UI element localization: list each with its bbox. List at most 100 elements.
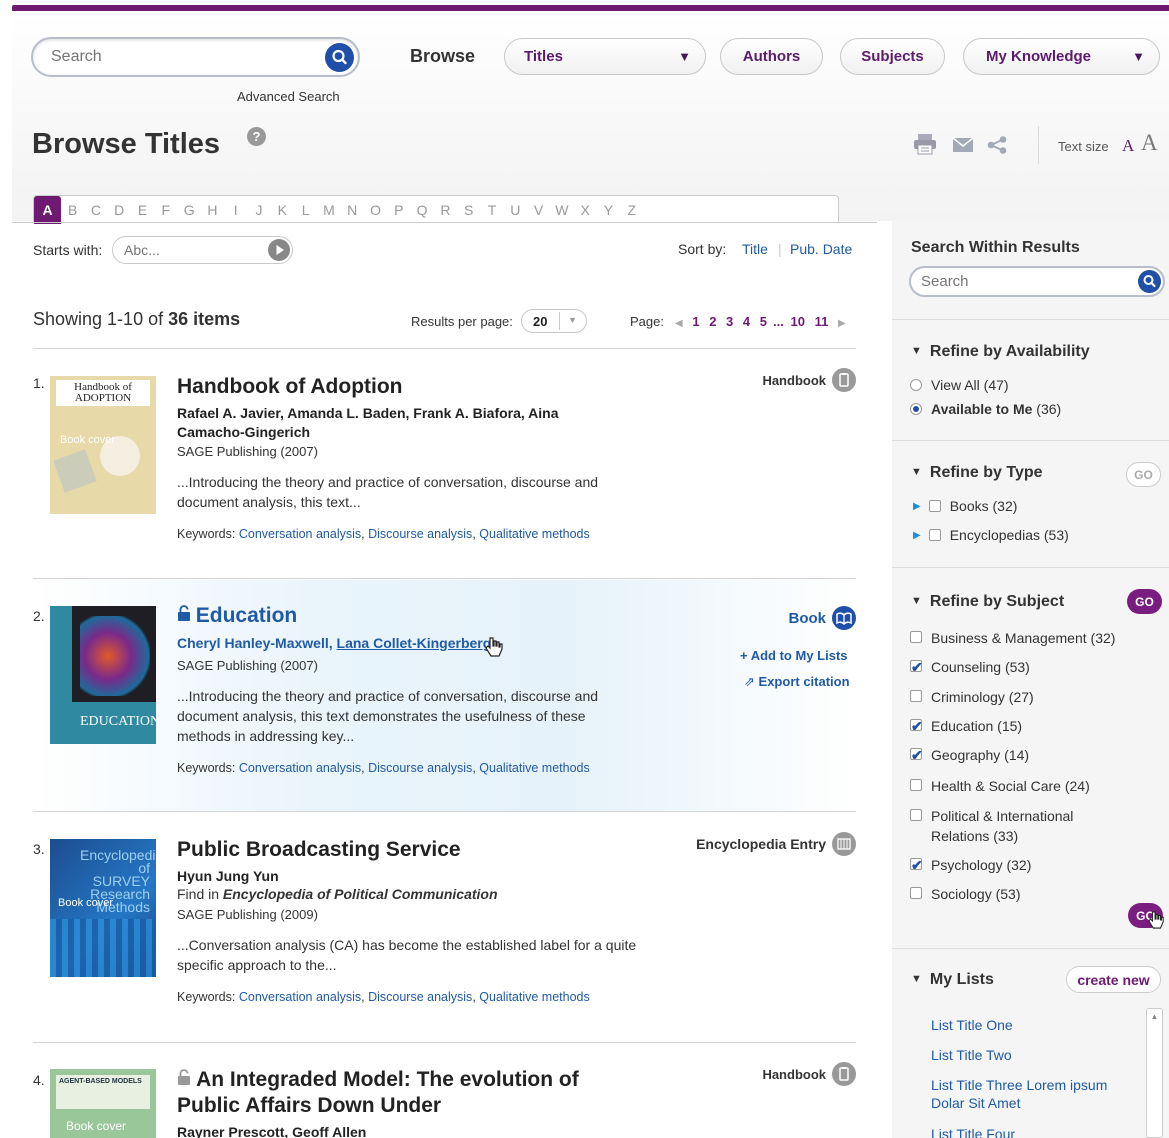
page-link[interactable]: 3 — [726, 314, 733, 329]
expand-icon[interactable]: ▶ — [913, 501, 921, 512]
prev-page-icon[interactable]: ◀ — [675, 318, 683, 329]
subject-option[interactable]: Sociology (53) — [910, 884, 1021, 904]
alphabet-letter-d[interactable]: D — [108, 202, 131, 218]
keyword-link[interactable]: Discourse analysis — [368, 527, 472, 541]
checkbox[interactable] — [928, 529, 941, 541]
author-link[interactable]: Lana Collet-Kingerberg — [337, 635, 492, 651]
add-to-my-lists-link[interactable]: + Add to My Lists — [740, 648, 848, 663]
create-new-list-button[interactable]: create new — [1066, 966, 1161, 993]
text-size-large-button[interactable]: A — [1141, 130, 1158, 156]
availability-available-to-me[interactable]: Available to Me (36) — [910, 401, 1061, 417]
alphabet-letter-c[interactable]: C — [84, 202, 107, 218]
nav-subjects[interactable]: Subjects — [840, 38, 945, 75]
checkbox[interactable] — [910, 745, 923, 765]
page-link[interactable]: 1 — [692, 314, 699, 329]
next-page-icon[interactable]: ▶ — [838, 318, 846, 329]
list-item[interactable]: List Title Two — [931, 1046, 1131, 1064]
radio-button[interactable] — [910, 379, 922, 391]
page-link[interactable]: 11 — [815, 314, 829, 329]
result-title-link[interactable]: Handbook of Adoption — [177, 375, 403, 399]
subject-option[interactable]: Psychology (32) — [910, 855, 1031, 875]
share-icon[interactable] — [987, 136, 1007, 157]
find-in-title-link[interactable]: Encyclopedia of Political Communication — [223, 886, 498, 902]
subject-option[interactable]: Geography (14) — [910, 745, 1029, 765]
checkbox[interactable] — [910, 855, 923, 875]
email-icon[interactable] — [952, 137, 974, 155]
alphabet-letter-x[interactable]: X — [574, 202, 597, 218]
text-size-small-button[interactable]: A — [1122, 136, 1134, 156]
keyword-link[interactable]: Qualitative methods — [479, 990, 589, 1004]
alphabet-letter-g[interactable]: G — [177, 202, 200, 218]
nav-titles-dropdown[interactable]: Titles ▼ — [504, 38, 706, 75]
expand-icon[interactable]: ▶ — [913, 530, 921, 541]
alphabet-letter-s[interactable]: S — [457, 202, 480, 218]
sort-pub-date-link[interactable]: Pub. Date — [790, 241, 852, 257]
results-per-page-select[interactable]: 20 ▼ — [521, 309, 587, 333]
nav-my-knowledge-dropdown[interactable]: My Knowledge ▼ — [963, 38, 1160, 75]
alphabet-letter-k[interactable]: K — [271, 202, 294, 218]
book-cover-survey-methods[interactable]: Encyclopedia of SURVEY Research Methods … — [50, 839, 156, 977]
list-item[interactable]: List Title One — [931, 1016, 1131, 1034]
book-cover-agent-based-models[interactable]: AGENT-BASED MODELS Book cover — [50, 1069, 156, 1138]
type-option-books[interactable]: ▶ Books (32) — [913, 498, 1017, 514]
alphabet-letter-j[interactable]: J — [247, 202, 270, 218]
alphabet-letter-z[interactable]: Z — [620, 202, 643, 218]
type-option-encyclopedias[interactable]: ▶ Encyclopedias (53) — [913, 527, 1069, 543]
subject-option[interactable]: Criminology (27) — [910, 687, 1034, 707]
my-lists-scrollbar[interactable]: ▲ — [1146, 1008, 1163, 1138]
nav-authors[interactable]: Authors — [720, 38, 823, 75]
print-icon[interactable] — [913, 133, 937, 158]
refine-type-heading[interactable]: ▼ Refine by Type — [911, 464, 1043, 482]
search-input[interactable] — [51, 48, 311, 66]
alphabet-letter-o[interactable]: O — [364, 202, 387, 218]
refine-subject-go-button[interactable]: GO — [1127, 589, 1162, 614]
keyword-link[interactable]: Conversation analysis — [239, 761, 361, 775]
checkbox[interactable] — [910, 716, 923, 736]
alphabet-letter-q[interactable]: Q — [410, 202, 433, 218]
scroll-up-icon[interactable]: ▲ — [1147, 1009, 1162, 1024]
alphabet-letter-r[interactable]: R — [434, 202, 457, 218]
starts-with-go-button[interactable] — [268, 239, 290, 261]
list-item[interactable]: List Title Three Lorem ipsum Dolar Sit A… — [931, 1076, 1131, 1112]
page-link[interactable]: 10 — [790, 314, 804, 329]
result-title-link[interactable]: An Integraded Model: The evolution of Pu… — [177, 1067, 647, 1119]
keyword-link[interactable]: Discourse analysis — [368, 990, 472, 1004]
subject-option[interactable]: Health & Social Care (24) — [910, 776, 1090, 796]
alphabet-letter-m[interactable]: M — [317, 202, 340, 218]
alphabet-letter-n[interactable]: N — [341, 202, 364, 218]
alphabet-letter-b[interactable]: B — [61, 202, 84, 218]
subject-option[interactable]: Business & Management (32) — [910, 628, 1115, 648]
subject-option[interactable]: Counseling (53) — [910, 657, 1030, 677]
my-lists-heading[interactable]: ▼ My Lists — [911, 971, 994, 989]
author-link[interactable]: Cheryl Hanley-Maxwell, — [177, 635, 333, 651]
alphabet-letter-y[interactable]: Y — [597, 202, 620, 218]
alphabet-letter-h[interactable]: H — [201, 202, 224, 218]
search-within-input[interactable] — [921, 273, 1121, 290]
checkbox[interactable] — [910, 631, 922, 643]
search-within-button[interactable] — [1138, 270, 1161, 293]
help-icon[interactable]: ? — [247, 127, 266, 146]
keyword-link[interactable]: Qualitative methods — [479, 527, 589, 541]
keyword-link[interactable]: Qualitative methods — [479, 761, 589, 775]
alphabet-letter-e[interactable]: E — [131, 202, 154, 218]
subject-option[interactable]: Education (15) — [910, 716, 1022, 736]
page-link[interactable]: 4 — [743, 314, 750, 329]
refine-availability-heading[interactable]: ▼ Refine by Availability — [911, 343, 1090, 361]
list-item[interactable]: List Title Four — [931, 1125, 1131, 1138]
starts-with-field[interactable] — [112, 236, 293, 264]
radio-button[interactable] — [910, 403, 922, 415]
checkbox[interactable] — [910, 657, 923, 677]
page-link[interactable]: 2 — [709, 314, 716, 329]
keyword-link[interactable]: Conversation analysis — [239, 527, 361, 541]
book-cover-education[interactable]: EDUCATION — [50, 606, 156, 744]
alphabet-letter-w[interactable]: W — [550, 202, 573, 218]
keyword-link[interactable]: Conversation analysis — [239, 990, 361, 1004]
alphabet-letter-f[interactable]: F — [154, 202, 177, 218]
book-cover-handbook-adoption[interactable]: Handbook of ADOPTION Book cover — [50, 376, 156, 514]
alphabet-letter-p[interactable]: P — [387, 202, 410, 218]
alphabet-letter-t[interactable]: T — [480, 202, 503, 218]
alphabet-letter-u[interactable]: U — [504, 202, 527, 218]
checkbox[interactable] — [928, 500, 941, 512]
keyword-link[interactable]: Discourse analysis — [368, 761, 472, 775]
checkbox[interactable] — [910, 690, 922, 702]
